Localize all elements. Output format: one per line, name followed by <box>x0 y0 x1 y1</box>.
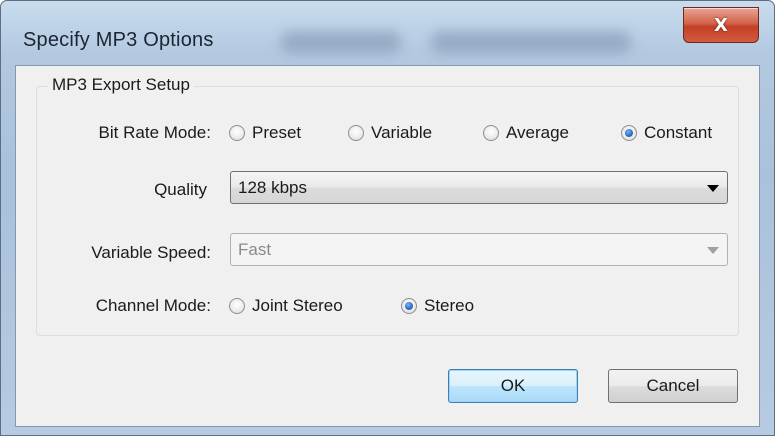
variable-speed-label: Variable Speed: <box>91 243 211 262</box>
close-button[interactable]: X <box>683 7 759 43</box>
radio-constant[interactable]: Constant <box>621 123 712 143</box>
close-icon: X <box>714 14 728 36</box>
cancel-button[interactable]: Cancel <box>608 369 738 403</box>
radio-variable[interactable]: Variable <box>348 123 432 143</box>
radio-button-icon <box>229 298 245 314</box>
mp3-export-setup-group: MP3 Export Setup Bit Rate Mode: Preset V… <box>36 75 739 336</box>
channel-mode-label: Channel Mode: <box>95 296 211 315</box>
variable-speed-dropdown: Fast <box>230 233 728 266</box>
radio-button-selected-icon <box>401 298 417 314</box>
radio-label: Average <box>506 123 570 142</box>
radio-button-icon <box>348 125 364 141</box>
quality-label: Quality <box>154 180 207 199</box>
ok-button[interactable]: OK <box>448 369 578 403</box>
blurred-background <box>431 31 631 53</box>
blurred-background <box>281 31 401 53</box>
radio-stereo[interactable]: Stereo <box>401 296 474 316</box>
chevron-down-icon <box>707 185 719 192</box>
chevron-down-icon <box>707 247 719 254</box>
variable-speed-value: Fast <box>238 239 272 259</box>
bit-rate-mode-label: Bit Rate Mode: <box>98 123 211 142</box>
group-title: MP3 Export Setup <box>48 75 194 95</box>
radio-joint-stereo[interactable]: Joint Stereo <box>229 296 343 316</box>
radio-average[interactable]: Average <box>483 123 569 143</box>
radio-label: Stereo <box>424 296 475 315</box>
window-title: Specify MP3 Options <box>23 29 214 51</box>
dialog-window: Specify MP3 Options X MP3 Export Setup B… <box>0 0 775 436</box>
quality-value: 128 kbps <box>238 177 307 197</box>
radio-label: Preset <box>252 123 302 142</box>
radio-button-icon <box>483 125 499 141</box>
radio-label: Constant <box>644 123 713 142</box>
radio-preset[interactable]: Preset <box>229 123 301 143</box>
quality-dropdown[interactable]: 128 kbps <box>230 171 728 204</box>
radio-button-icon <box>229 125 245 141</box>
radio-label: Joint Stereo <box>252 296 343 315</box>
radio-label: Variable <box>371 123 433 142</box>
dialog-client-area: MP3 Export Setup Bit Rate Mode: Preset V… <box>15 65 760 427</box>
radio-button-selected-icon <box>621 125 637 141</box>
